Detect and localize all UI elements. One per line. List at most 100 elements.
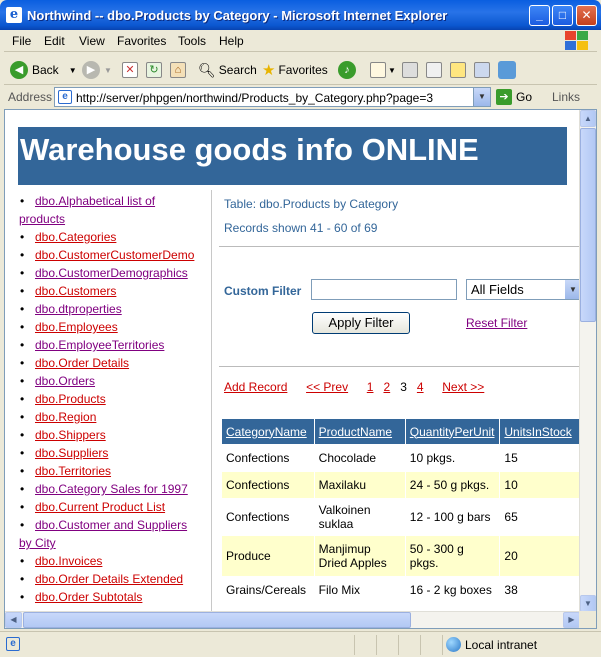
stop-button[interactable]: ✕ bbox=[122, 59, 138, 81]
menu-file[interactable]: File bbox=[12, 34, 31, 48]
chevron-down-icon[interactable]: ▼ bbox=[565, 280, 580, 299]
table-row: Grains/Cereals Filo Mix 16 - 2 kg boxes 38 bbox=[222, 577, 579, 603]
sidebar-link[interactable]: dbo.Alphabetical list of bbox=[35, 194, 155, 208]
edit-button[interactable] bbox=[426, 59, 442, 81]
menu-tools[interactable]: Tools bbox=[178, 34, 206, 48]
refresh-button[interactable]: ↻ bbox=[146, 59, 162, 81]
media-button[interactable]: ♪ bbox=[338, 59, 360, 81]
sidebar-link[interactable]: dbo.Employees bbox=[35, 320, 118, 334]
custom-filter-input[interactable] bbox=[311, 279, 457, 300]
table-row: Produce Manjimup Dried Apples 50 - 300 g p… bbox=[222, 536, 579, 576]
address-input[interactable]: e http://server/phpgen/northwind/Product… bbox=[54, 87, 491, 107]
note-icon bbox=[450, 62, 466, 78]
sidebar-link[interactable]: dbo.Current Product List bbox=[35, 500, 165, 514]
back-button[interactable]: ◀ Back ▼ bbox=[10, 59, 77, 81]
research-button[interactable] bbox=[474, 59, 490, 81]
sidebar-link-continued[interactable]: products bbox=[19, 212, 65, 226]
address-dropdown-icon[interactable]: ▼ bbox=[473, 88, 490, 106]
table-cell: 24 - 50 g pkgs. bbox=[405, 472, 500, 498]
close-button[interactable]: ✕ bbox=[576, 5, 597, 26]
menu-edit[interactable]: Edit bbox=[44, 34, 65, 48]
menu-help[interactable]: Help bbox=[219, 34, 244, 48]
sidebar-link[interactable]: dbo.CustomerDemographics bbox=[35, 266, 188, 280]
records-shown: Records shown 41 - 60 of 69 bbox=[224, 221, 378, 235]
back-dropdown-icon[interactable]: ▼ bbox=[69, 66, 77, 75]
address-url: http://server/phpgen/northwind/Products_… bbox=[76, 91, 434, 105]
maximize-button[interactable]: □ bbox=[552, 5, 573, 26]
mail-button[interactable]: ▼ bbox=[370, 59, 396, 81]
sidebar-link-continued[interactable]: by City bbox=[19, 536, 56, 550]
sidebar-link[interactable]: dbo.CustomerCustomerDemo bbox=[35, 248, 194, 262]
sidebar-item: dbo.Region bbox=[19, 408, 213, 426]
sidebar-item: dbo.Territories bbox=[19, 462, 213, 480]
page-link-2[interactable]: 2 bbox=[383, 380, 390, 394]
page-link-4[interactable]: 4 bbox=[417, 380, 424, 394]
sidebar-link[interactable]: dbo.Suppliers bbox=[35, 446, 108, 460]
go-button[interactable]: ➔ Go bbox=[496, 87, 532, 107]
sidebar-link[interactable]: dbo.Orders bbox=[35, 374, 95, 388]
page-link-1[interactable]: 1 bbox=[367, 380, 374, 394]
table-cell: Filo Mix bbox=[318, 583, 361, 597]
forward-button[interactable]: ▶ ▼ bbox=[82, 59, 112, 81]
scroll-up-icon[interactable]: ▲ bbox=[580, 110, 596, 127]
sidebar-item: dbo.Suppliers bbox=[19, 444, 213, 462]
sidebar-link[interactable]: dbo.EmployeeTerritories bbox=[35, 338, 164, 352]
sidebar-link[interactable]: dbo.dtproperties bbox=[35, 302, 122, 316]
print-icon bbox=[402, 62, 418, 78]
table-cell: Confections bbox=[226, 451, 290, 465]
sidebar-link[interactable]: dbo.Shippers bbox=[35, 428, 106, 442]
sidebar-link[interactable]: dbo.Products bbox=[35, 392, 106, 406]
links-button[interactable]: Links bbox=[552, 90, 580, 104]
column-header-productname[interactable]: ProductName bbox=[314, 419, 405, 444]
prev-page-link[interactable]: << Prev bbox=[306, 380, 348, 394]
messenger-button[interactable] bbox=[498, 59, 520, 81]
menu-view[interactable]: View bbox=[79, 34, 105, 48]
sidebar-link[interactable]: dbo.Category Sales for 1997 bbox=[35, 482, 188, 496]
horizontal-scrollbar[interactable]: ◀ ▶ bbox=[5, 611, 580, 628]
apply-filter-button[interactable]: Apply Filter bbox=[312, 312, 410, 334]
mail-dropdown-icon[interactable]: ▼ bbox=[388, 66, 396, 75]
scroll-left-icon[interactable]: ◀ bbox=[5, 612, 22, 628]
sidebar-item: dbo.EmployeeTerritories bbox=[19, 336, 213, 354]
next-page-link[interactable]: Next >> bbox=[442, 380, 484, 394]
sidebar-link[interactable]: dbo.Customer and Suppliers bbox=[35, 518, 187, 532]
sidebar-item: dbo.Category Sales for 1997 bbox=[19, 480, 213, 498]
print-button[interactable] bbox=[402, 59, 418, 81]
favorites-button[interactable]: ★ Favorites bbox=[262, 59, 328, 81]
search-button[interactable]: 🔍︎ Search bbox=[198, 59, 257, 81]
filter-field-select[interactable]: All Fields ▼ bbox=[466, 279, 580, 300]
minimize-button[interactable]: _ bbox=[529, 5, 550, 26]
column-header-categoryname[interactable]: CategoryName bbox=[222, 419, 314, 444]
home-button[interactable]: ⌂ bbox=[170, 59, 186, 81]
add-record-link[interactable]: Add Record bbox=[224, 380, 287, 394]
column-header-unitsinstock[interactable]: UnitsInStock bbox=[500, 419, 579, 444]
browser-viewport: Warehouse goods info ONLINE dbo.Alphabet… bbox=[4, 109, 597, 629]
media-icon: ♪ bbox=[338, 61, 356, 79]
sidebar-link[interactable]: dbo.Territories bbox=[35, 464, 111, 478]
table-cell: Grains/Cereals bbox=[226, 583, 307, 597]
sidebar-link[interactable]: dbo.Invoices bbox=[35, 554, 102, 568]
horizontal-scroll-thumb[interactable] bbox=[23, 612, 411, 628]
sidebar-link[interactable]: dbo.Customers bbox=[35, 284, 116, 298]
sidebar-link[interactable]: dbo.Region bbox=[35, 410, 96, 424]
table-cell: 15 bbox=[504, 451, 518, 465]
sidebar-link[interactable]: dbo.Order Subtotals bbox=[35, 590, 142, 604]
sidebar-link[interactable]: dbo.Order Details Extended bbox=[35, 572, 183, 586]
scroll-right-icon[interactable]: ▶ bbox=[563, 612, 580, 628]
discuss-button[interactable] bbox=[450, 59, 466, 81]
menu-favorites[interactable]: Favorites bbox=[117, 34, 166, 48]
vertical-scrollbar[interactable]: ▲ ▼ bbox=[579, 110, 596, 612]
vertical-scroll-thumb[interactable] bbox=[580, 128, 596, 322]
sidebar-link[interactable]: dbo.Order Details bbox=[35, 356, 129, 370]
sidebar-item: dbo.Shippers bbox=[19, 426, 213, 444]
sidebar-link[interactable]: dbo.Categories bbox=[35, 230, 116, 244]
forward-dropdown-icon[interactable]: ▼ bbox=[104, 66, 112, 75]
scroll-down-icon[interactable]: ▼ bbox=[580, 595, 596, 612]
current-page: 3 bbox=[400, 380, 407, 394]
column-header-quantityperunit[interactable]: QuantityPerUnit bbox=[405, 419, 500, 444]
sidebar-item: dbo.CustomerDemographics bbox=[19, 264, 213, 282]
search-label: Search bbox=[218, 63, 257, 77]
status-bar: e Local intranet bbox=[0, 631, 601, 657]
reset-filter-link[interactable]: Reset Filter bbox=[466, 316, 527, 330]
table-cell: 20 bbox=[500, 536, 579, 576]
